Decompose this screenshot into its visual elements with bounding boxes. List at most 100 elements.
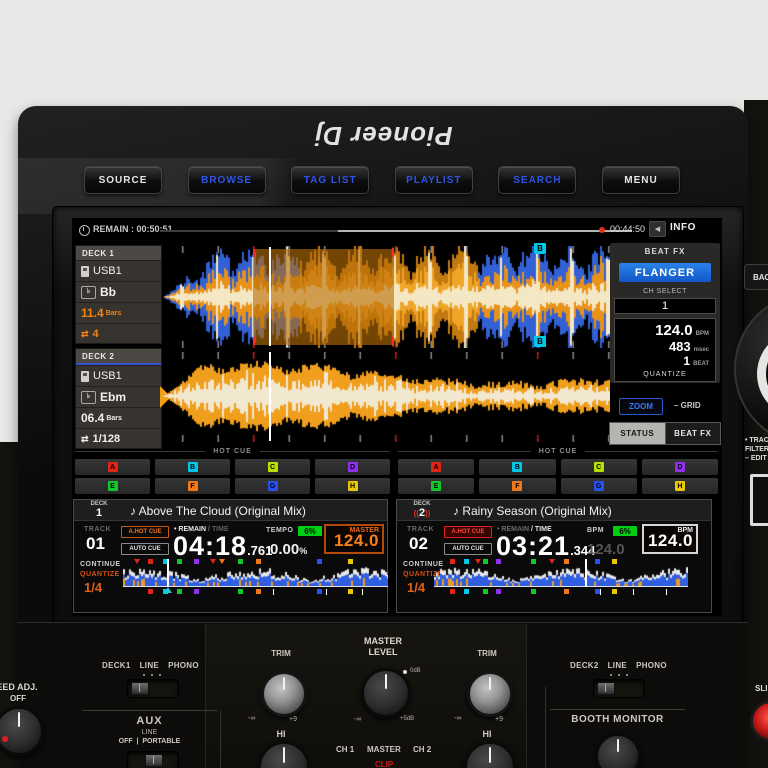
trim-min-label: -∞ — [248, 715, 255, 722]
loop-start-marker — [253, 337, 255, 345]
deck1-source: USB1 — [93, 265, 122, 277]
browse-button[interactable]: BROWSE — [188, 166, 266, 194]
deck1-panel-header: DECK 1 — [76, 246, 161, 260]
cue-markers-bottom — [123, 589, 388, 597]
fx-msec-unit: msec — [694, 347, 709, 353]
a-hot-cue-chip[interactable]: A.HOT CUE — [444, 526, 492, 538]
cue-triangle-icon — [164, 587, 172, 593]
brand-logo-text: Pioneer Dj — [314, 120, 453, 151]
grid-button[interactable]: – GRID — [674, 401, 701, 410]
trim-max-label: +9 — [495, 716, 503, 723]
trim-min-label: -∞ — [454, 715, 461, 722]
hotcue-b-button[interactable]: B — [479, 459, 555, 475]
clip-label: CLIP — [375, 760, 393, 768]
hotcue-chip: F — [512, 481, 522, 491]
source-button[interactable]: SOURCE — [84, 166, 162, 194]
deck1-bpm-box: MASTER 124.0 — [324, 524, 384, 554]
ch1-trim-knob[interactable] — [261, 671, 307, 717]
hotcue-g-button[interactable]: G — [561, 478, 637, 494]
trim-max-label: +9 — [289, 716, 297, 723]
hotcue-chip: A — [431, 462, 441, 472]
hotcue-f-button[interactable]: F — [155, 478, 230, 494]
playlist-button[interactable]: PLAYLIST — [395, 166, 473, 194]
track-progress-bar[interactable] — [160, 230, 632, 232]
cue-marker — [194, 589, 199, 594]
deck1-track-title[interactable]: ♪ Above The Cloud (Original Mix) — [130, 504, 306, 518]
tag-list-button[interactable]: TAG LIST — [291, 166, 369, 194]
fx-channel-value[interactable]: 1 — [614, 298, 716, 314]
cue-markers-top — [123, 559, 388, 566]
page: Pioneer Dj SOURCE BROWSE TAG LIST PLAYLI… — [0, 0, 768, 768]
cue-marker — [348, 559, 353, 564]
master-max-label: +5dB — [400, 716, 414, 722]
ch1-hi-label: HI — [268, 729, 294, 739]
hotcue-e-button[interactable]: E — [398, 478, 474, 494]
deck1-track-overview[interactable] — [123, 559, 388, 603]
loop-start-marker — [253, 249, 255, 257]
search-button[interactable]: SEARCH — [498, 166, 576, 194]
cue-marker — [464, 559, 469, 564]
cue-marker — [612, 589, 617, 594]
ch2-hi-label: HI — [474, 729, 500, 739]
deck2-hotcue-section: HOT CUE ABCDEFGH — [398, 448, 718, 498]
hotcue-c-button[interactable]: C — [235, 459, 310, 475]
hotcue-chip: F — [188, 481, 198, 491]
deck2-track-overview[interactable] — [434, 559, 688, 603]
hotcue-d-button[interactable]: D — [315, 459, 390, 475]
hotcue-d-button[interactable]: D — [642, 459, 718, 475]
collapse-icon[interactable]: ◀ — [649, 221, 666, 237]
cue-marker — [595, 559, 600, 564]
ch1-trim-label: TRIM — [267, 649, 295, 658]
deck2-input-switch[interactable] — [593, 679, 645, 698]
deck2-track-title[interactable]: ♪ Rainy Season (Original Mix) — [453, 504, 612, 518]
a-hot-cue-chip[interactable]: A.HOT CUE — [121, 526, 169, 538]
hotcue-a-button[interactable]: A — [398, 459, 474, 475]
cue-marker — [564, 589, 569, 594]
deck2-loop-size: 1/128 — [93, 433, 121, 445]
ch1-meter-label: CH 1 — [336, 745, 354, 754]
back-button[interactable]: BACK — [744, 264, 768, 290]
cue-marker — [450, 559, 455, 564]
hotcue-c-button[interactable]: C — [561, 459, 637, 475]
line-label: LINE — [608, 661, 627, 670]
hotcue-b-button[interactable]: B — [155, 459, 230, 475]
hotcue-h-button[interactable]: H — [315, 478, 390, 494]
beat-fx-header: BEAT FX — [610, 247, 720, 256]
hotcue-f-button[interactable]: F — [479, 478, 555, 494]
auto-cue-chip[interactable]: AUTO CUE — [121, 543, 169, 555]
hotcue-buttons: A BCD E F GH — [398, 459, 718, 494]
zoom-button[interactable]: ZOOM — [619, 398, 663, 415]
deck1-info-panel: DECK 1 USB1 ♭Bb 11.4Bars ⇄4 — [75, 245, 162, 344]
booth-monitor-knob[interactable] — [595, 733, 641, 768]
hotcue-a-button[interactable]: A — [75, 459, 150, 475]
loop-icon: ⇄ — [81, 434, 89, 445]
deck1-source-row[interactable]: USB1 — [76, 260, 161, 281]
tempo-range-badge: 6% — [298, 526, 322, 536]
deck2-source-row[interactable]: USB1 — [76, 365, 161, 386]
auto-cue-chip[interactable]: AUTO CUE — [444, 543, 492, 555]
fx-beat-value: 1 — [683, 354, 690, 368]
status-tab[interactable]: STATUS — [610, 423, 665, 444]
loop-region[interactable] — [253, 249, 394, 345]
beatfx-tab[interactable]: BEAT FX — [665, 423, 721, 444]
deck2-waveform[interactable] — [162, 352, 610, 442]
deck1-label: DECK1 — [102, 661, 131, 670]
ch2-trim-knob[interactable] — [467, 671, 513, 717]
fx-name-button[interactable]: FLANGER — [619, 263, 711, 282]
deck1-bars: 11.4 — [81, 306, 104, 320]
aux-switch[interactable] — [127, 751, 179, 768]
hotcue-g-button[interactable]: G — [235, 478, 310, 494]
hotcue-h-button[interactable]: H — [642, 478, 718, 494]
fx-msec-value: 483 — [669, 339, 691, 354]
cue-marker — [238, 589, 243, 594]
hotcue-e-button[interactable]: E — [75, 478, 150, 494]
master-meter-label: MASTER — [367, 745, 401, 754]
hotcue-chip: H — [348, 481, 358, 491]
fx-beat-row: 1BEAT — [615, 354, 715, 368]
hotcue-label-row: HOT CUE — [75, 448, 390, 455]
deck1-input-switch[interactable] — [127, 679, 179, 698]
menu-button[interactable]: MENU — [602, 166, 680, 194]
master-level-knob[interactable] — [361, 668, 411, 718]
cue-marker — [219, 559, 225, 564]
info-button[interactable]: INFO — [670, 222, 696, 233]
